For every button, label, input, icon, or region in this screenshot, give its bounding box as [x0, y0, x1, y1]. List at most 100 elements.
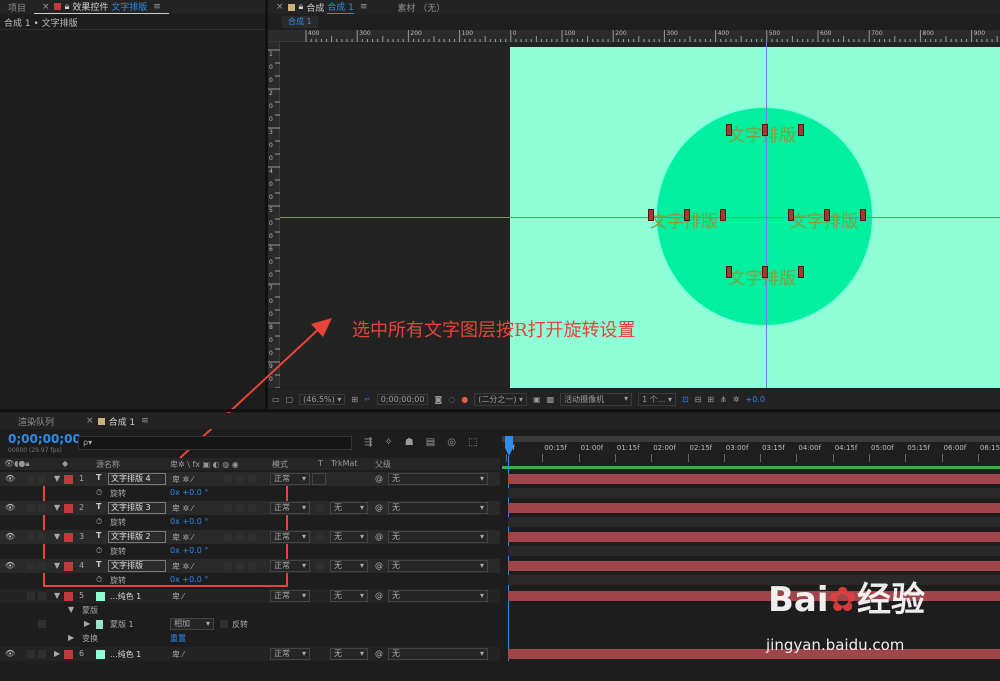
layer-duration-bar[interactable] — [508, 532, 1000, 542]
motion-blur-icon[interactable]: ◎ — [447, 437, 456, 448]
audio-switch[interactable] — [27, 475, 35, 483]
expand-arrow-icon[interactable]: ▼ — [68, 605, 74, 614]
switch-box[interactable] — [236, 504, 244, 512]
mask-video-switch[interactable] — [38, 620, 46, 628]
preserve-transparency-checkbox[interactable] — [316, 562, 324, 570]
layer-row-5[interactable]: ▼ 5 ...纯色 1 卑 ⁄ 正常 ▾ 无 ▾ @ 无 ▾ — [0, 589, 500, 603]
invert-checkbox[interactable] — [220, 620, 228, 628]
solo-switch[interactable] — [38, 562, 46, 570]
rotation-property-row[interactable]: ⏱︎ 旋转 0x +0.0 ° — [0, 486, 500, 500]
solo-switch[interactable] — [38, 475, 46, 483]
eye-icon[interactable]: 👁︎ — [5, 649, 15, 658]
eye-icon[interactable]: 👁︎ — [5, 561, 15, 570]
layer-row-3[interactable]: 👁︎ ▼ 3 T 文字排版 2 卑 ✲ ⁄ 正常 ▾ 无 ▾ @ 无 ▾ — [0, 530, 500, 544]
switch-box[interactable] — [248, 475, 256, 483]
blend-mode-dropdown[interactable]: 正常 ▾ — [270, 473, 310, 485]
mode-column[interactable]: 模式 — [272, 459, 288, 470]
layer-label-color[interactable] — [64, 562, 73, 571]
frame-blend-icon[interactable]: ▤ — [426, 437, 435, 448]
pick-whip-icon[interactable]: @ — [375, 561, 383, 570]
parent-column[interactable]: 父级 — [375, 459, 391, 470]
expand-arrow-icon[interactable]: ▼ — [54, 503, 60, 512]
layer-name[interactable]: 文字排版 2 — [108, 531, 166, 543]
parent-dropdown[interactable]: 无 ▾ — [388, 502, 488, 514]
expand-arrow-icon[interactable]: ▼ — [54, 532, 60, 541]
layer-name[interactable]: 文字排版 — [108, 560, 166, 572]
pick-whip-icon[interactable]: @ — [375, 649, 383, 658]
layer-duration-bar[interactable] — [508, 503, 1000, 513]
layer-name[interactable]: ...纯色 1 — [110, 591, 141, 602]
switch-box[interactable] — [248, 562, 256, 570]
parent-dropdown[interactable]: 无 ▾ — [388, 531, 488, 543]
stopwatch-icon[interactable]: ⏱︎ — [96, 575, 102, 585]
preserve-transparency-checkbox[interactable] — [316, 504, 324, 512]
layer-name[interactable]: 文字排版 4 — [108, 473, 166, 485]
solo-switch[interactable] — [38, 592, 46, 600]
mask-mode-dropdown[interactable]: 相加 ▾ — [170, 618, 214, 630]
preserve-transparency-checkbox[interactable] — [316, 533, 324, 541]
expand-arrow-icon[interactable]: ▼ — [54, 561, 60, 570]
switch-box[interactable] — [248, 504, 256, 512]
audio-switch[interactable] — [27, 592, 35, 600]
layer-search-input[interactable]: ρ▾ — [78, 436, 352, 450]
parent-dropdown[interactable]: 无 ▾ — [388, 590, 488, 602]
audio-switch[interactable] — [27, 533, 35, 541]
blend-mode-dropdown[interactable]: 正常 ▾ — [270, 531, 310, 543]
pick-whip-icon[interactable]: @ — [375, 591, 383, 600]
source-name-column[interactable]: 源名称 — [96, 459, 120, 470]
layer-label-color[interactable] — [64, 504, 73, 513]
switch-box[interactable] — [224, 504, 232, 512]
blend-mode-dropdown[interactable]: 正常 ▾ — [270, 590, 310, 602]
solo-switch[interactable] — [38, 504, 46, 512]
layer-duration-bar[interactable] — [508, 649, 1000, 659]
parent-dropdown[interactable]: 无 ▾ — [388, 560, 488, 572]
layer-label-color[interactable] — [64, 533, 73, 542]
rotation-property-row[interactable]: ⏱︎ 旋转 0x +0.0 ° — [0, 573, 500, 587]
mask-row[interactable]: ▶ 蒙版 1 相加 ▾ 反转 — [0, 617, 500, 631]
switch-box[interactable] — [236, 533, 244, 541]
switch-box[interactable] — [224, 562, 232, 570]
layer-row-4[interactable]: 👁︎ ▼ 4 T 文字排版卑 ✲ ⁄ 正常 ▾ 无 ▾ @ 无 ▾ — [0, 559, 500, 573]
trkmat-dropdown[interactable]: 无 ▾ — [330, 560, 368, 572]
stopwatch-icon[interactable]: ⏱︎ — [96, 488, 102, 498]
switch-box[interactable] — [236, 475, 244, 483]
trkmat-dropdown[interactable]: 无 ▾ — [330, 531, 368, 543]
blend-mode-dropdown[interactable]: 正常 ▾ — [270, 502, 310, 514]
pick-whip-icon[interactable]: @ — [375, 474, 383, 483]
eye-icon[interactable]: 👁︎ — [5, 532, 15, 541]
trkmat-dropdown[interactable]: 无 ▾ — [330, 648, 368, 660]
close-icon[interactable]: × — [86, 416, 94, 426]
layer-duration-bar[interactable] — [508, 591, 1000, 601]
rotation-value[interactable]: 0x +0.0 ° — [170, 517, 208, 526]
solo-switch[interactable] — [38, 650, 46, 658]
rotation-property-row[interactable]: ⏱︎ 旋转 0x +0.0 ° — [0, 515, 500, 529]
expand-arrow-icon[interactable]: ▼ — [54, 474, 60, 483]
shy-switch-icon[interactable]: 卑 ✲ ⁄ — [172, 474, 193, 485]
t-column[interactable]: T — [318, 459, 323, 468]
switch-box[interactable] — [248, 533, 256, 541]
shy-switch-icon[interactable]: 卑 ✲ ⁄ — [172, 532, 193, 543]
layer-duration-bar[interactable] — [508, 474, 1000, 484]
rotation-value[interactable]: 0x +0.0 ° — [170, 546, 208, 555]
rotation-value[interactable]: 0x +0.0 ° — [170, 575, 208, 584]
layer-name[interactable]: 文字排版 3 — [108, 502, 166, 514]
layer-row-2[interactable]: 👁︎ ▼ 2 T 文字排版 3 卑 ✲ ⁄ 正常 ▾ 无 ▾ @ 无 ▾ — [0, 501, 500, 515]
menu-icon[interactable]: ≡ — [141, 416, 149, 426]
tab-render-queue[interactable]: 渲染队列 — [10, 414, 62, 428]
draft-3d-icon[interactable]: ✧ — [384, 437, 392, 448]
layer-row-1[interactable]: 👁︎ ▼ 1 T 文字排版 4 卑 ✲ ⁄ 正常 ▾ @ 无 ▾ — [0, 472, 500, 486]
expand-arrow-icon[interactable]: ▶ — [84, 619, 90, 628]
mask-name[interactable]: 蒙版 1 — [110, 619, 134, 630]
layer-name[interactable]: ...纯色 1 — [110, 649, 141, 660]
switch-box[interactable] — [236, 562, 244, 570]
timeline-timecode[interactable]: 0;00;00;00 — [8, 432, 81, 446]
time-ruler[interactable]: 0f00:15f01:00f01:15f02:00f02:15f03:00f03… — [502, 436, 1000, 470]
switch-box[interactable] — [224, 533, 232, 541]
mask-color-icon[interactable] — [96, 620, 103, 629]
expand-arrow-icon[interactable]: ▶ — [54, 649, 60, 658]
blend-mode-dropdown[interactable]: 正常 ▾ — [270, 648, 310, 660]
trkmat-dropdown[interactable] — [312, 473, 326, 485]
rotation-property-row[interactable]: ⏱︎ 旋转 0x +0.0 ° — [0, 544, 500, 558]
shy-switch-icon[interactable]: 卑 ✲ ⁄ — [172, 503, 193, 514]
stopwatch-icon[interactable]: ⏱︎ — [96, 546, 102, 556]
